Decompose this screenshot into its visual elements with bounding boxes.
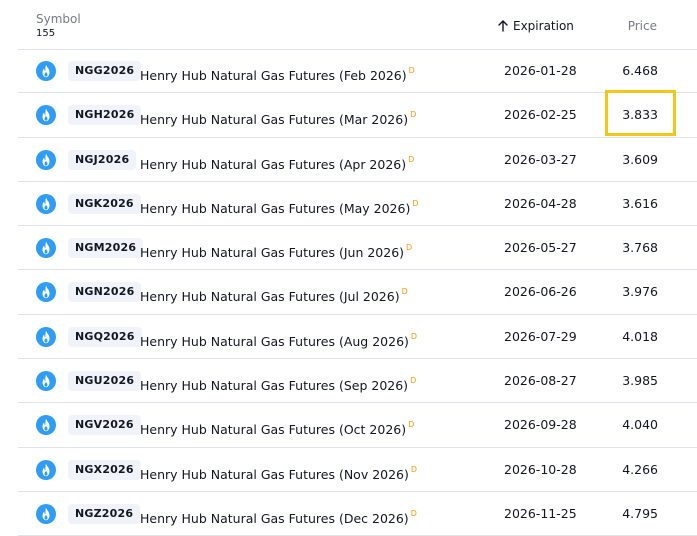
table-row[interactable]: NGN2026 Henry Hub Natural Gas Futures (J… [18,270,697,315]
ticker-badge[interactable]: NGV2026 [68,415,141,436]
delayed-data-marker: D [408,66,415,75]
ticker-badge[interactable]: NGU2026 [68,371,142,392]
flame-icon [36,238,56,259]
expiration-date: 2026-01-28 [504,63,577,78]
price-value: 3.833 [622,107,658,123]
expiration-date: 2026-10-28 [504,461,577,477]
contract-name-text: Henry Hub Natural Gas Futures (Feb 2026) [140,68,407,83]
delayed-data-marker: D [410,331,418,341]
contract-name-text: Henry Hub Natural Gas Futures (May 2026) [140,200,411,216]
expiration-date: 2026-09-28 [504,417,577,433]
price-value: 3.976 [622,284,658,300]
contract-name: Henry Hub Natural Gas Futures (Mar 2026)… [140,107,416,128]
flame-icon [36,415,56,436]
delayed-data-marker: D [410,508,417,518]
delayed-data-marker: D [408,154,415,164]
expiration-date: 2026-03-27 [504,151,577,167]
table-header: Symbol 155 Expiration Price [18,0,697,50]
table-row[interactable]: NGX2026 Henry Hub Natural Gas Futures (N… [18,448,697,492]
flame-icon [36,326,56,347]
symbol-column-header[interactable]: Symbol [36,12,81,26]
expiration-label: Expiration [513,19,574,33]
contract-name: Henry Hub Natural Gas Futures (Aug 2026)… [140,329,417,350]
price-value: 3.768 [622,240,658,256]
table-row[interactable]: NGV2026 Henry Hub Natural Gas Futures (O… [18,403,697,448]
ticker-badge[interactable]: NGN2026 [68,282,142,303]
delayed-data-marker: D [406,243,413,253]
contract-name-text: Henry Hub Natural Gas Futures (Nov 2026) [140,466,409,482]
price-value: 3.985 [622,373,658,389]
price-value: 4.795 [622,505,658,521]
expiration-date: 2026-07-29 [504,328,577,344]
expiration-date: 2026-05-27 [504,240,577,256]
ticker-badge[interactable]: NGG2026 [68,61,142,81]
flame-icon [36,105,56,126]
contract-name: Henry Hub Natural Gas Futures (Oct 2026)… [140,417,414,438]
flame-icon [36,282,56,303]
contract-name-text: Henry Hub Natural Gas Futures (Apr 2026) [140,156,407,172]
table-row[interactable]: NGU2026 Henry Hub Natural Gas Futures (S… [18,359,697,404]
expiration-column-header[interactable]: Expiration [497,19,574,33]
price-value: 6.468 [622,63,658,78]
price-column-header[interactable]: Price [628,19,657,33]
contract-name-text: Henry Hub Natural Gas Futures (Jun 2026) [140,245,405,261]
table-row[interactable]: NGZ2026 Henry Hub Natural Gas Futures (D… [18,492,697,536]
contract-name: Henry Hub Natural Gas Futures (Jun 2026)… [140,240,412,261]
expiration-date: 2026-11-25 [504,505,577,521]
delayed-data-marker: D [410,110,417,120]
delayed-data-marker: D [412,198,419,208]
ticker-badge[interactable]: NGK2026 [68,193,141,214]
price-value: 3.609 [622,151,658,167]
ticker-badge[interactable]: NGQ2026 [68,326,142,347]
expiration-date: 2026-06-26 [504,284,577,300]
price-value: 4.018 [622,328,658,344]
ticker-badge[interactable]: NGH2026 [68,105,142,126]
flame-icon [36,149,56,170]
ticker-badge[interactable]: NGJ2026 [68,149,137,170]
symbol-count: 155 [36,28,56,39]
table-row[interactable]: NGK2026 Henry Hub Natural Gas Futures (M… [18,182,697,227]
arrow-up-icon [497,19,509,33]
flame-icon [36,503,56,524]
ticker-badge[interactable]: NGM2026 [68,238,144,259]
contract-name-text: Henry Hub Natural Gas Futures (Dec 2026) [140,510,409,526]
flame-icon [36,193,56,214]
table-row[interactable]: NGH2026 Henry Hub Natural Gas Futures (M… [18,93,697,138]
contract-name: Henry Hub Natural Gas Futures (May 2026)… [140,196,419,217]
price-value: 3.616 [622,195,658,211]
contract-name: Henry Hub Natural Gas Futures (Feb 2026)… [140,63,415,84]
expiration-date: 2026-02-25 [504,107,577,123]
expiration-date: 2026-08-27 [504,373,577,389]
delayed-data-marker: D [408,420,415,430]
table-row[interactable]: NGG2026 Henry Hub Natural Gas Futures (F… [18,49,697,94]
delayed-data-marker: D [401,287,408,297]
flame-icon [36,61,56,81]
delayed-data-marker: D [410,376,417,386]
contract-name: Henry Hub Natural Gas Futures (Dec 2026)… [140,506,417,527]
table-row[interactable]: NGJ2026 Henry Hub Natural Gas Futures (A… [18,138,697,182]
delayed-data-marker: D [410,464,418,474]
flame-icon [36,459,56,480]
price-value: 4.040 [622,417,658,433]
futures-table: Symbol 155 Expiration Price NGG2026 Henr… [18,0,697,536]
flame-icon [36,371,56,392]
ticker-badge[interactable]: NGX2026 [68,459,141,480]
contract-name-text: Henry Hub Natural Gas Futures (Sep 2026) [140,378,409,394]
contract-name: Henry Hub Natural Gas Futures (Apr 2026)… [140,152,414,173]
table-body: NGG2026 Henry Hub Natural Gas Futures (F… [18,49,697,536]
contract-name: Henry Hub Natural Gas Futures (Jul 2026)… [140,284,408,305]
table-row[interactable]: NGM2026 Henry Hub Natural Gas Futures (J… [18,226,697,271]
ticker-badge[interactable]: NGZ2026 [68,503,141,524]
contract-name-text: Henry Hub Natural Gas Futures (Aug 2026) [140,333,409,349]
contract-name: Henry Hub Natural Gas Futures (Nov 2026)… [140,462,417,483]
expiration-date: 2026-04-28 [504,195,577,211]
contract-name-text: Henry Hub Natural Gas Futures (Mar 2026) [140,112,409,128]
contract-name-text: Henry Hub Natural Gas Futures (Jul 2026) [140,289,400,305]
price-value: 4.266 [622,461,658,477]
contract-name-text: Henry Hub Natural Gas Futures (Oct 2026) [140,422,407,438]
table-row[interactable]: NGQ2026 Henry Hub Natural Gas Futures (A… [18,315,697,360]
contract-name: Henry Hub Natural Gas Futures (Sep 2026)… [140,373,416,394]
